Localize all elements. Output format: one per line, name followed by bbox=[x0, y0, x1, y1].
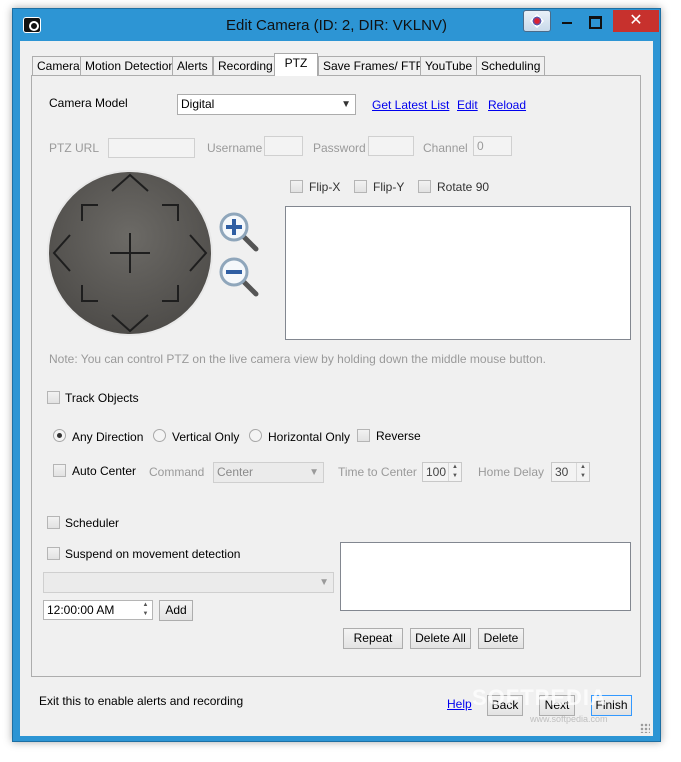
delete-button[interactable]: Delete bbox=[478, 628, 524, 649]
flip-x-label: Flip-X bbox=[309, 180, 341, 194]
home-delay-value: 30 bbox=[555, 465, 569, 479]
schedule-command-select[interactable]: ▼ bbox=[43, 572, 334, 593]
add-button[interactable]: Add bbox=[159, 600, 193, 621]
resize-grip-icon[interactable] bbox=[640, 723, 650, 733]
time-to-center-stepper[interactable]: 100 ▲ ▼ bbox=[422, 462, 462, 482]
ptz-tab-page: Camera Model Digital ▼ Get Latest List E… bbox=[31, 75, 641, 677]
horizontal-only-label: Horizontal Only bbox=[268, 430, 351, 444]
camera-model-select[interactable]: Digital ▼ bbox=[177, 94, 356, 115]
softpedia-watermark-url: www.softpedia.com bbox=[530, 714, 608, 724]
schedule-list[interactable] bbox=[340, 542, 631, 611]
dialog-footer: Exit this to enable alerts and recording… bbox=[20, 683, 653, 736]
ptz-url-label: PTZ URL bbox=[49, 141, 100, 155]
reload-link[interactable]: Reload bbox=[488, 98, 526, 112]
rotate-90-checkbox[interactable] bbox=[418, 180, 431, 193]
scheduler-label: Scheduler bbox=[65, 516, 120, 530]
scheduler-checkbox[interactable] bbox=[47, 516, 60, 529]
tab-ptz[interactable]: PTZ bbox=[274, 53, 318, 76]
reverse-label: Reverse bbox=[376, 429, 421, 443]
stepper-arrows-icon[interactable]: ▲ ▼ bbox=[139, 601, 152, 619]
channel-input[interactable]: 0 bbox=[473, 136, 512, 156]
tab-youtube[interactable]: YouTube bbox=[420, 56, 478, 75]
ptz-dial[interactable] bbox=[46, 169, 214, 337]
status-text: Exit this to enable alerts and recording bbox=[39, 694, 244, 708]
suspend-on-movement-checkbox[interactable] bbox=[47, 547, 60, 560]
edit-link[interactable]: Edit bbox=[457, 98, 478, 112]
flip-y-label: Flip-Y bbox=[373, 180, 405, 194]
tab-recording[interactable]: Recording bbox=[213, 56, 278, 75]
ptz-note: Note: You can control PTZ on the live ca… bbox=[49, 352, 546, 366]
help-link[interactable]: Help bbox=[447, 697, 472, 711]
username-label: Username bbox=[207, 141, 263, 155]
softpedia-watermark: SOFTPEDIA bbox=[472, 685, 607, 710]
command-value: Center bbox=[217, 465, 254, 479]
zoom-out-icon[interactable] bbox=[218, 256, 262, 298]
tab-alerts[interactable]: Alerts bbox=[172, 56, 213, 75]
home-delay-label: Home Delay bbox=[478, 465, 545, 479]
track-objects-label: Track Objects bbox=[65, 391, 139, 405]
camera-model-label: Camera Model bbox=[49, 96, 128, 110]
delete-all-button[interactable]: Delete All bbox=[410, 628, 471, 649]
command-label: Command bbox=[149, 465, 205, 479]
home-delay-stepper[interactable]: 30 ▲ ▼ bbox=[551, 462, 590, 482]
auto-center-label: Auto Center bbox=[72, 464, 137, 478]
schedule-time-picker[interactable]: 12:00:00 AM ▲ ▼ bbox=[43, 600, 153, 620]
reverse-checkbox[interactable] bbox=[357, 429, 370, 442]
stepper-arrows-icon[interactable]: ▲ ▼ bbox=[576, 463, 589, 481]
tab-save-frames-ftp[interactable]: Save Frames/ FTP bbox=[318, 56, 429, 75]
get-latest-list-link[interactable]: Get Latest List bbox=[372, 98, 449, 112]
chevron-down-icon: ▼ bbox=[319, 577, 329, 588]
minimize-button[interactable] bbox=[554, 10, 580, 32]
username-input[interactable] bbox=[264, 136, 303, 156]
any-direction-radio[interactable] bbox=[53, 429, 66, 442]
tab-camera[interactable]: Camera bbox=[32, 56, 85, 75]
title-bar[interactable]: Edit Camera (ID: 2, DIR: VKLNV) ✕ bbox=[13, 9, 660, 41]
tab-motion-detection[interactable]: Motion Detection bbox=[80, 56, 181, 75]
password-label: Password bbox=[313, 141, 366, 155]
extra-title-button[interactable] bbox=[523, 10, 551, 32]
rotate-90-label: Rotate 90 bbox=[437, 180, 490, 194]
command-select[interactable]: Center ▼ bbox=[213, 462, 324, 483]
camera-model-value: Digital bbox=[181, 97, 215, 111]
auto-center-checkbox[interactable] bbox=[53, 464, 66, 477]
stepper-arrows-icon[interactable]: ▲ ▼ bbox=[448, 463, 461, 481]
close-button[interactable]: ✕ bbox=[613, 10, 659, 32]
vertical-only-radio[interactable] bbox=[153, 429, 166, 442]
zoom-in-icon[interactable] bbox=[218, 211, 262, 253]
time-to-center-label: Time to Center bbox=[338, 465, 417, 479]
any-direction-label: Any Direction bbox=[72, 430, 144, 444]
schedule-time-value: 12:00:00 AM bbox=[47, 603, 115, 617]
ptz-url-input[interactable] bbox=[108, 138, 195, 158]
chevron-down-icon: ▼ bbox=[309, 467, 319, 478]
channel-label: Channel bbox=[423, 141, 468, 155]
flip-y-checkbox[interactable] bbox=[354, 180, 367, 193]
ptz-commands-list[interactable] bbox=[285, 206, 631, 340]
tab-scheduling[interactable]: Scheduling bbox=[476, 56, 546, 75]
suspend-on-movement-label: Suspend on movement detection bbox=[65, 547, 241, 561]
time-to-center-value: 100 bbox=[426, 465, 447, 479]
password-input[interactable] bbox=[368, 136, 414, 156]
repeat-button[interactable]: Repeat bbox=[343, 628, 403, 649]
flip-x-checkbox[interactable] bbox=[290, 180, 303, 193]
chevron-down-icon: ▼ bbox=[341, 99, 351, 110]
track-objects-checkbox[interactable] bbox=[47, 391, 60, 404]
horizontal-only-radio[interactable] bbox=[249, 429, 262, 442]
vertical-only-label: Vertical Only bbox=[172, 430, 240, 444]
maximize-button[interactable] bbox=[581, 10, 607, 32]
edit-camera-window: Edit Camera (ID: 2, DIR: VKLNV) ✕ Camera… bbox=[12, 8, 661, 742]
dialog-client-area: Camera Motion Detection Alerts Recording… bbox=[20, 41, 653, 736]
